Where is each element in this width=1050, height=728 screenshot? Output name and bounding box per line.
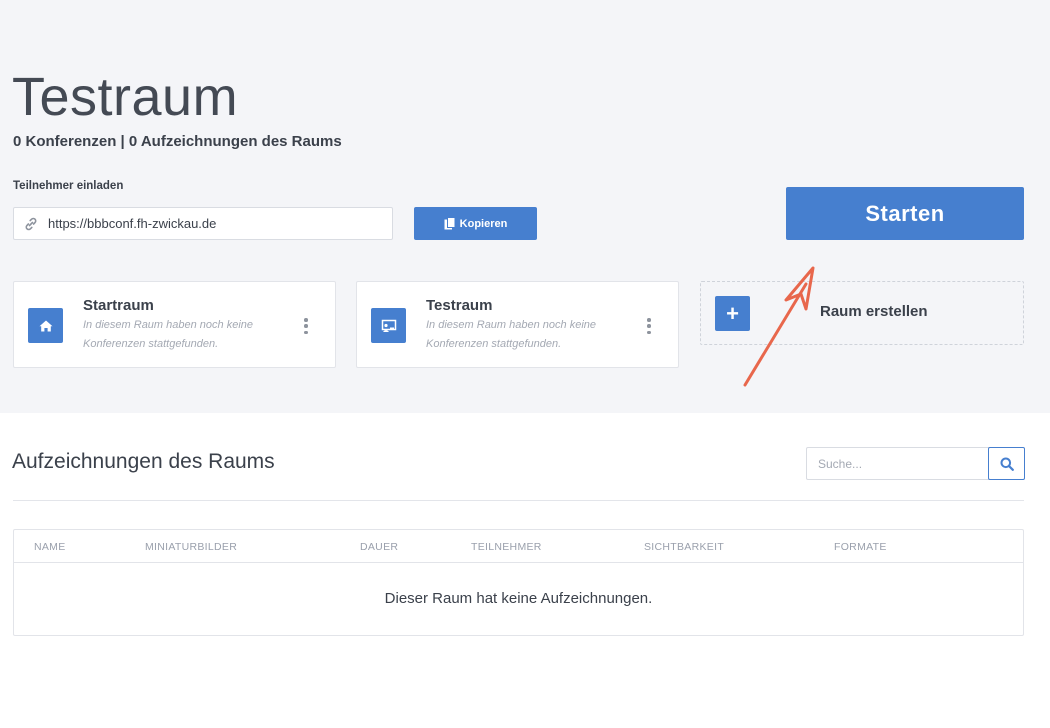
- create-room-button[interactable]: + Raum erstellen: [700, 281, 1024, 345]
- recordings-search: [806, 447, 1025, 480]
- more-options-icon[interactable]: [302, 318, 310, 334]
- invite-label: Teilnehmer einladen: [13, 180, 124, 192]
- invite-url-field: [13, 207, 393, 240]
- invite-url-input[interactable]: [48, 208, 378, 239]
- search-icon: [1000, 457, 1014, 471]
- column-header-name[interactable]: Name: [34, 541, 66, 553]
- more-options-icon[interactable]: [645, 318, 653, 334]
- column-header-thumbnails: Miniaturbilder: [145, 541, 238, 553]
- recordings-table: Name Miniaturbilder Dauer Teilnehmer Sic…: [13, 529, 1024, 636]
- room-card-description: In diesem Raum haben noch keine Konferen…: [426, 319, 596, 350]
- home-icon: [28, 308, 63, 343]
- room-card-name: Startraum: [83, 297, 154, 314]
- search-input[interactable]: [807, 448, 988, 479]
- plus-icon: +: [715, 296, 750, 331]
- column-header-participants[interactable]: Teilnehmer: [471, 541, 542, 553]
- room-card-startraum[interactable]: Startraum In diesem Raum haben noch kein…: [13, 281, 336, 368]
- room-card-description: In diesem Raum haben noch keine Konferen…: [83, 319, 253, 350]
- link-icon: [25, 217, 37, 231]
- table-header: Name Miniaturbilder Dauer Teilnehmer Sic…: [14, 530, 1023, 563]
- divider: [13, 500, 1024, 501]
- room-card-testraum[interactable]: Testraum In diesem Raum haben noch keine…: [356, 281, 679, 368]
- search-button[interactable]: [988, 447, 1025, 480]
- copy-button-label: Kopieren: [459, 217, 508, 230]
- copy-icon: [444, 217, 456, 230]
- presentation-icon: [371, 308, 406, 343]
- empty-state-message: Dieser Raum hat keine Aufzeichnungen.: [384, 590, 653, 607]
- room-stats: 0 Konferenzen | 0 Aufzeichnungen des Rau…: [13, 133, 342, 150]
- column-header-formats: Formate: [834, 541, 887, 553]
- column-header-duration[interactable]: Dauer: [360, 541, 398, 553]
- create-room-label: Raum erstellen: [820, 303, 928, 320]
- page-title: Testraum: [12, 67, 239, 127]
- start-button[interactable]: Starten: [786, 187, 1024, 240]
- recordings-title: Aufzeichnungen des Raums: [12, 450, 275, 473]
- column-header-visibility[interactable]: Sichtbarkeit: [644, 541, 724, 553]
- copy-button[interactable]: Kopieren: [414, 207, 537, 240]
- room-card-name: Testraum: [426, 297, 493, 314]
